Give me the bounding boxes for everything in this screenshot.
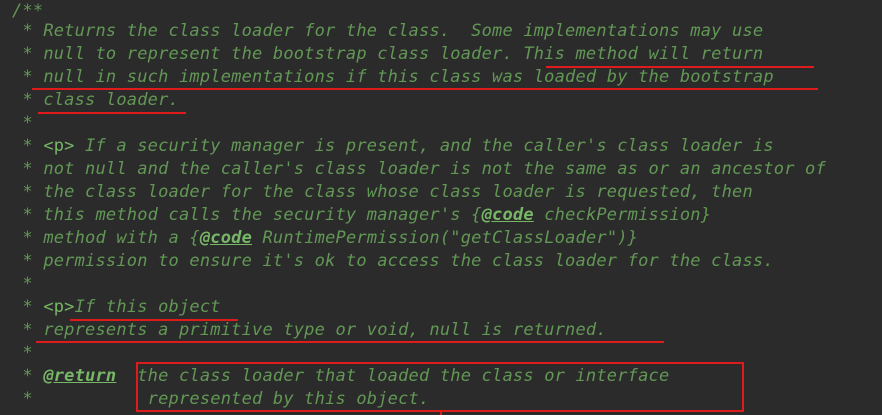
annotation-underline	[70, 319, 238, 321]
javadoc-return-tag: @return	[43, 366, 117, 386]
javadoc-line: * Returns the class loader for the class…	[12, 21, 764, 41]
javadoc-line: * <p> If a security manager is present, …	[12, 136, 774, 156]
html-p-tag: <p>	[43, 297, 75, 317]
javadoc-line: * method with a {@code RuntimePermission…	[12, 228, 639, 248]
javadoc-line: * represents a primitive type or void, n…	[12, 320, 607, 340]
javadoc-line: * null to represent the bootstrap class …	[12, 44, 764, 64]
javadoc-line: * the class loader for the class whose c…	[12, 182, 753, 202]
javadoc-line: * this method calls the security manager…	[12, 205, 712, 225]
javadoc-code-tag: @code	[481, 205, 534, 225]
annotation-underline	[546, 66, 814, 68]
javadoc-line: * permission to ensure it's ok to access…	[12, 251, 774, 271]
javadoc-line: *	[12, 343, 33, 363]
javadoc-line: * class loader.	[12, 90, 179, 110]
annotation-underline	[32, 88, 818, 90]
annotation-tick	[440, 410, 442, 415]
javadoc-line: *	[12, 113, 33, 133]
javadoc-line: * not null and the caller's class loader…	[12, 159, 826, 179]
html-p-tag: <p>	[43, 136, 75, 156]
javadoc-line: *	[12, 274, 33, 294]
annotation-underline	[36, 341, 664, 343]
javadoc-line: * <p>If this object	[12, 297, 221, 317]
annotation-box	[136, 362, 744, 412]
javadoc-code-tag: @code	[199, 228, 253, 248]
code-editor[interactable]: /** * Returns the class loader for the c…	[0, 0, 882, 415]
javadoc-line: * null in such implementations if this c…	[12, 67, 774, 87]
annotation-underline	[38, 112, 186, 114]
